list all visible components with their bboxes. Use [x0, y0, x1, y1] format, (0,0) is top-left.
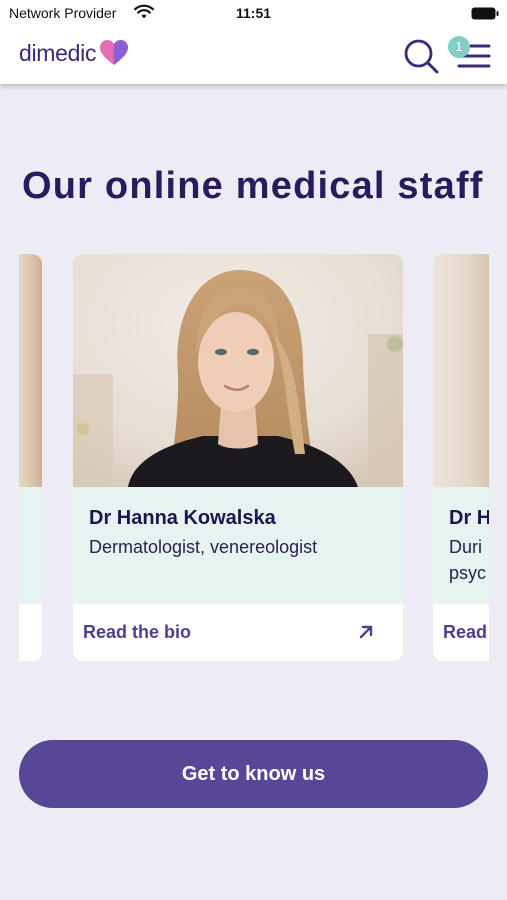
- doctor-card[interactable]: Dr Hanna Kowalska Dermatologist, venereo…: [73, 254, 403, 661]
- read-bio-link[interactable]: Read the bio: [73, 604, 403, 661]
- doctor-info: Dr Hanna Kowalska Dermatologist, venereo…: [73, 487, 403, 604]
- section-title: Our online medical staff: [22, 165, 484, 207]
- status-bar: Network Provider 11:51: [0, 0, 507, 26]
- doctor-name: Dr Hanna Kowalska: [89, 507, 276, 529]
- read-bio-link[interactable]: Read: [433, 604, 489, 661]
- doctor-photo: [433, 254, 489, 487]
- read-bio-label: Read the bio: [83, 622, 192, 642]
- doctor-carousel[interactable]: Dr Hanna Kowalska Dermatologist, venereo…: [0, 254, 507, 662]
- wifi-icon: [134, 4, 154, 19]
- search-icon[interactable]: [403, 38, 439, 74]
- doctor-specialty: Duri: [449, 537, 483, 557]
- doctor-info: Dr H Duri psyc: [433, 487, 489, 604]
- next-doctor-card[interactable]: Dr H Duri psyc Read: [433, 254, 489, 661]
- doctor-info: [19, 487, 42, 604]
- heart-logo-icon: [100, 40, 129, 65]
- doctor-specialty-line2: psyc: [449, 563, 487, 583]
- doctor-photo: [73, 254, 403, 487]
- doctor-specialty: Dermatologist, venereologist: [89, 537, 318, 557]
- card-footer: [19, 604, 42, 661]
- read-bio-label: Read: [443, 622, 488, 642]
- logo-text: dimedic: [19, 39, 97, 66]
- battery-icon: [471, 7, 499, 20]
- previous-doctor-card[interactable]: [19, 254, 42, 661]
- doctor-photo: [19, 254, 42, 487]
- app-header: dimedic 1: [0, 26, 507, 84]
- carrier-label: Network Provider: [9, 5, 117, 21]
- menu-notification-badge: 1: [448, 36, 470, 58]
- clock-time: 11:51: [236, 5, 272, 21]
- arrow-up-right-icon: [359, 625, 373, 639]
- get-to-know-us-button[interactable]: Get to know us: [19, 740, 488, 808]
- logo[interactable]: dimedic: [19, 39, 129, 67]
- doctor-name: Dr H: [449, 507, 489, 529]
